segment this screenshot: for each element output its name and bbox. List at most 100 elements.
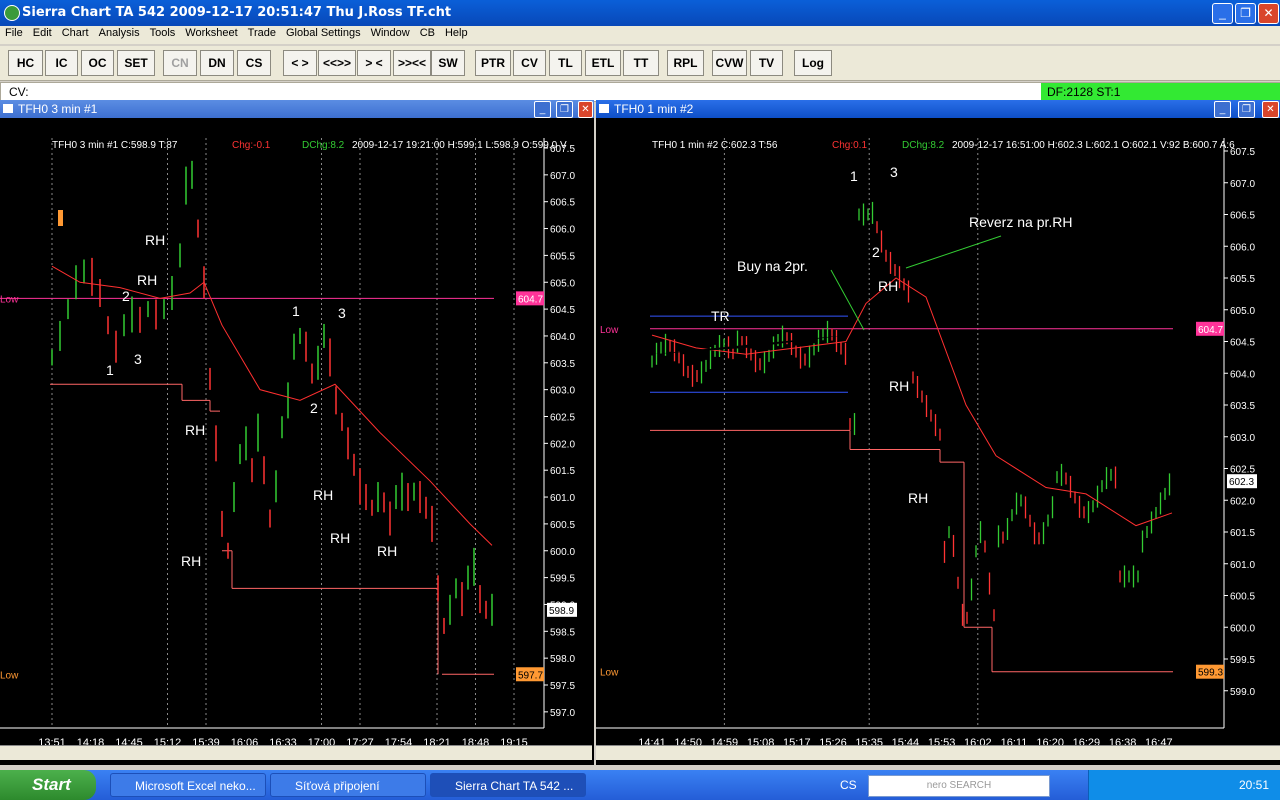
cv-bar: CV: DF:2128 ST:1: [0, 82, 1280, 102]
price-tag-current: 602.3: [1229, 477, 1254, 488]
price-tick-label: 605.5: [550, 251, 575, 262]
toolbar-button-cn[interactable]: CN: [163, 50, 197, 76]
annotation-arrow: [905, 235, 1002, 269]
menu-global-settings[interactable]: Global Settings: [281, 26, 366, 40]
annotation-label: 3: [890, 164, 898, 180]
toolbar-button-log[interactable]: Log: [794, 50, 832, 76]
chart-window-icon: [599, 104, 609, 113]
toolbar-button-tv[interactable]: TV: [750, 50, 783, 76]
annotation-label: 3: [134, 351, 142, 367]
nero-search-box[interactable]: nero SEARCH: [868, 775, 1050, 797]
menu-tools[interactable]: Tools: [145, 26, 181, 40]
annotation-label: RH: [185, 422, 205, 438]
toolbar-button-tl[interactable]: TL: [549, 50, 582, 76]
chart1-close-button[interactable]: ✕: [578, 101, 593, 118]
toolbar-button-rpl[interactable]: RPL: [667, 50, 704, 76]
chart2-header: TFH0 1 min #2 _ ❐ ✕: [596, 100, 1280, 118]
toolbar-button-oc[interactable]: OC: [81, 50, 114, 76]
chart2-close-button[interactable]: ✕: [1262, 101, 1279, 118]
language-indicator[interactable]: CS: [840, 778, 857, 792]
price-tick-label: 604.5: [1230, 338, 1255, 349]
toolbar-button-tt[interactable]: TT: [623, 50, 659, 76]
chart-window-1[interactable]: TFH0 3 min #1 _ ❐ ✕ TFH0 3 min #1 C:598.…: [0, 100, 594, 765]
price-tick-label: 600.0: [1230, 623, 1255, 634]
annotation-label: RH: [878, 278, 898, 294]
clock: 20:51: [1239, 778, 1270, 792]
status-rest: 2009-12-17 16:51:00 H:602.3 L:602.1 O:60…: [952, 140, 1235, 151]
price-tick-label: 601.0: [550, 493, 575, 504]
menu-chart[interactable]: Chart: [57, 26, 94, 40]
task-excel[interactable]: Microsoft Excel neko...: [110, 773, 266, 797]
menu-cb[interactable]: CB: [415, 26, 440, 40]
price-tick-label: 597.5: [550, 681, 575, 692]
toolbar-button-cs[interactable]: CS: [237, 50, 271, 76]
price-tick-label: 603.0: [1230, 433, 1255, 444]
toolbar-button-hc[interactable]: HC: [8, 50, 43, 76]
price-tick-label: 602.5: [1230, 465, 1255, 476]
price-tick-label: 601.5: [1230, 528, 1255, 539]
start-button[interactable]: Start: [0, 770, 96, 800]
minimize-button[interactable]: _: [1212, 3, 1233, 24]
task-network[interactable]: Síťová připojení: [270, 773, 426, 797]
low-label: Low: [0, 294, 19, 305]
annotation-label: Buy na 2pr.: [737, 258, 808, 274]
toolbar: HC IC OC SET CN DN CS < > <<>> > < >><< SW PTR CV TL ET…: [0, 46, 1280, 81]
cv-label: CV:: [9, 85, 29, 99]
annotation-arrow: [830, 269, 865, 331]
annotation-label: 1: [292, 303, 300, 319]
menu-file[interactable]: File: [0, 26, 28, 40]
price-tick-label: 603.5: [550, 359, 575, 370]
menu-trade[interactable]: Trade: [243, 26, 281, 40]
status-dchg: DChg:8.2: [902, 140, 945, 151]
price-tick-label: 607.5: [550, 144, 575, 155]
toolbar-button-etl[interactable]: ETL: [585, 50, 621, 76]
toolbar-button-cvw[interactable]: CVW: [712, 50, 747, 76]
menu-window[interactable]: Window: [366, 26, 415, 40]
chart2-hscroll[interactable]: [596, 745, 1280, 760]
toolbar-button-ic[interactable]: IC: [45, 50, 78, 76]
annotation-label: 2: [310, 400, 318, 416]
price-tick-label: 599.5: [1230, 655, 1255, 666]
chart1-plot[interactable]: TFH0 3 min #1 C:598.9 T:87 Chg:-0.1 DChg:8…: [0, 118, 594, 765]
price-tick-label: 603.5: [1230, 401, 1255, 412]
chart2-minimize-button[interactable]: _: [1214, 101, 1231, 118]
annotation-label: 1: [850, 168, 858, 184]
toolbar-button-xxx[interactable]: > <: [357, 50, 391, 76]
toolbar-button-xxxx[interactable]: >><<: [393, 50, 431, 76]
chart1-minimize-button[interactable]: _: [534, 101, 551, 118]
toolbar-button-ptr[interactable]: PTR: [475, 50, 511, 76]
marker: [58, 210, 63, 226]
chart1-hscroll[interactable]: [0, 745, 592, 760]
toolbar-button-set[interactable]: SET: [117, 50, 155, 76]
low-label: Low: [600, 325, 619, 336]
chart-window-2[interactable]: TFH0 1 min #2 _ ❐ ✕ TFH0 1 min #2 C:602.…: [596, 100, 1280, 765]
chart1-maximize-button[interactable]: ❐: [556, 101, 573, 118]
close-button[interactable]: ✕: [1258, 3, 1279, 24]
price-tick-label: 607.5: [1230, 147, 1255, 158]
system-tray: 20:51: [1088, 770, 1280, 800]
chart2-plot[interactable]: TFH0 1 min #2 C:602.3 T:56 Chg:0.1 DChg:8.…: [596, 118, 1280, 765]
menu-worksheet[interactable]: Worksheet: [180, 26, 242, 40]
menu-edit[interactable]: Edit: [28, 26, 57, 40]
toolbar-button-sw[interactable]: SW: [431, 50, 465, 76]
price-tag-low-top: 604.7: [518, 294, 543, 305]
toolbar-button-cv[interactable]: CV: [513, 50, 546, 76]
toolbar-button-xxx[interactable]: < >: [283, 50, 317, 76]
annotation-label: TR: [711, 308, 730, 324]
annotation-label: RH: [181, 553, 201, 569]
toolbar-button-xxxx[interactable]: <<>>: [318, 50, 356, 76]
maximize-button[interactable]: ❐: [1235, 3, 1256, 24]
status-chg: Chg:0.1: [832, 140, 867, 151]
menu-help[interactable]: Help: [440, 26, 473, 40]
toolbar-button-dn[interactable]: DN: [200, 50, 234, 76]
price-tick-label: 598.0: [550, 654, 575, 665]
annotation-label: RH: [330, 530, 350, 546]
status-chg: Chg:-0.1: [232, 140, 271, 151]
status-main: TFH0 1 min #2 C:602.3 T:56: [652, 140, 778, 151]
chart2-maximize-button[interactable]: ❐: [1238, 101, 1255, 118]
price-tick-label: 602.0: [1230, 496, 1255, 507]
price-tick-label: 600.5: [550, 520, 575, 531]
task-sierra-chart[interactable]: Sierra Chart TA 542 ...: [430, 773, 586, 797]
menu-analysis[interactable]: Analysis: [94, 26, 145, 40]
price-tick-label: 607.0: [550, 171, 575, 182]
